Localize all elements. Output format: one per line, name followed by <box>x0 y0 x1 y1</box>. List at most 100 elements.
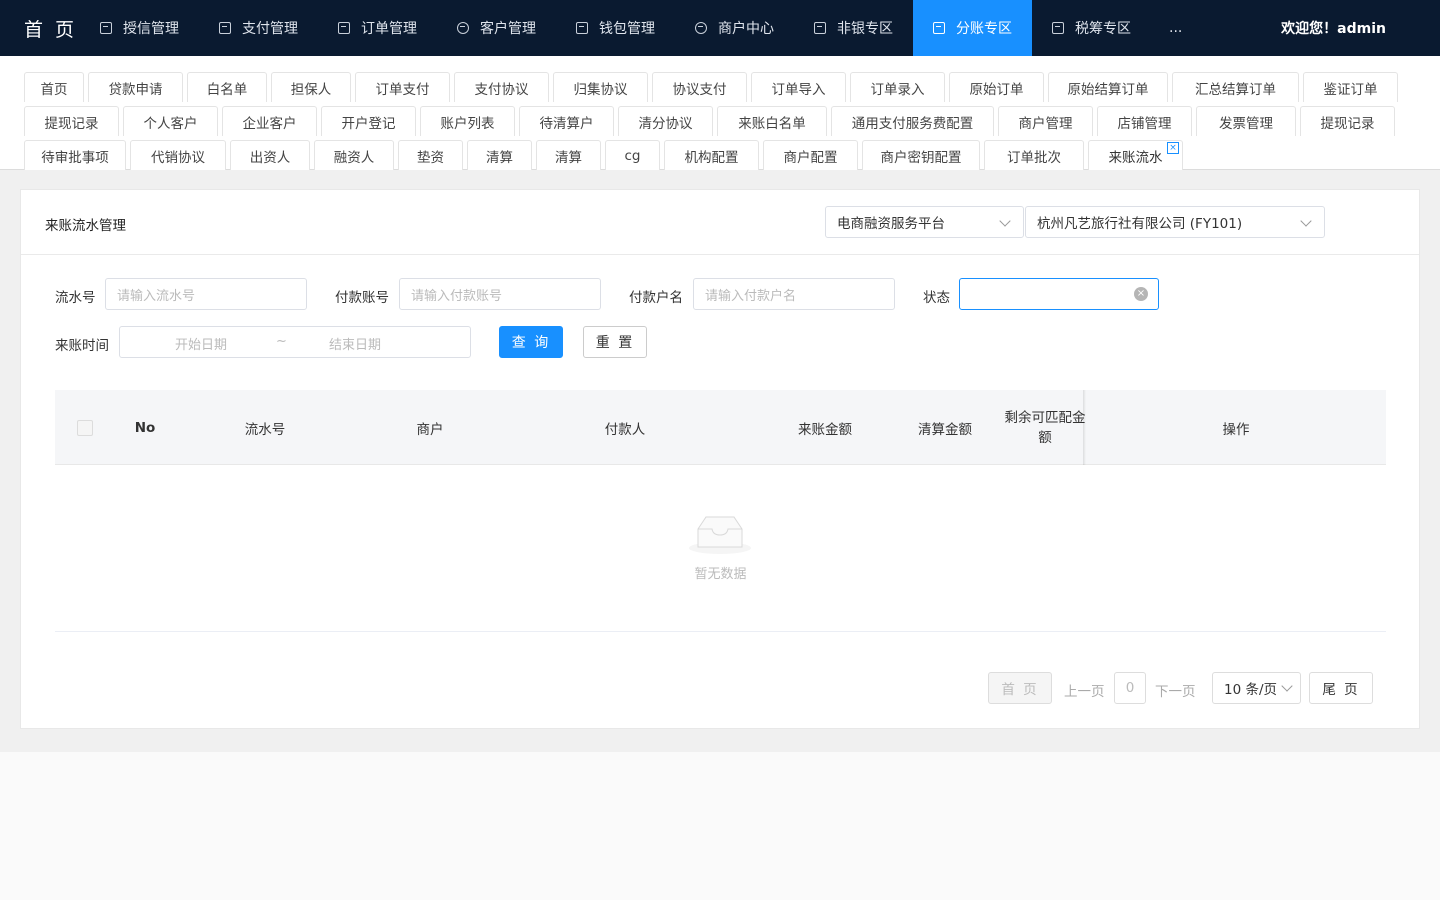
tab-item[interactable]: 提现记录 <box>1300 106 1395 136</box>
nav-item-nonbank[interactable]: 非银专区 <box>794 0 913 56</box>
tab-item[interactable]: 汇总结算订单 <box>1172 72 1299 102</box>
platform-select[interactable]: 电商融资服务平台 <box>825 206 1024 238</box>
tab-item[interactable]: 支付协议 <box>454 72 549 102</box>
empty-text: 暂无数据 <box>694 567 747 582</box>
end-date-placeholder[interactable]: 结束日期 <box>329 334 381 353</box>
tab-item[interactable]: 清算 <box>467 140 532 170</box>
query-button[interactable]: 查 询 <box>499 326 563 358</box>
download-doc-icon <box>814 22 826 34</box>
tab-item[interactable]: cg <box>605 140 660 170</box>
nav-item-merchant[interactable]: 商户中心 <box>675 0 794 56</box>
tab-item[interactable]: 鉴证订单 <box>1303 72 1398 102</box>
time-label: 来账时间 <box>55 338 109 354</box>
tab-item[interactable]: 订单导入 <box>751 72 846 102</box>
nav-item-customers[interactable]: 客户管理 <box>437 0 556 56</box>
tab-item[interactable]: 商户密钥配置 <box>862 140 980 170</box>
tab-item[interactable]: 来账白名单 <box>717 106 827 136</box>
tab-item[interactable]: 机构配置 <box>664 140 759 170</box>
card-header: 来账流水管理 电商融资服务平台 杭州凡艺旅行社有限公司 (FY101) <box>21 190 1419 255</box>
tab-item[interactable]: 垫资 <box>398 140 463 170</box>
download-doc-icon <box>1052 22 1064 34</box>
tab-item[interactable]: 原始订单 <box>949 72 1044 102</box>
company-select[interactable]: 杭州凡艺旅行社有限公司 (FY101) <box>1025 206 1325 238</box>
tab-item[interactable]: 订单批次 <box>984 140 1084 170</box>
account-input[interactable]: 请输入付款账号 <box>399 278 601 310</box>
col-payer: 付款人 <box>604 421 646 438</box>
date-range-picker[interactable]: 开始日期 ~ 结束日期 <box>119 326 471 358</box>
tab-item[interactable]: 融资人 <box>314 140 394 170</box>
serial-input[interactable]: 请输入流水号 <box>105 278 307 310</box>
col-actions: 操作 <box>1222 421 1250 438</box>
main-menu: 授信管理 支付管理 订单管理 客户管理 钱包管理 商户中心 非银专区 分账专区 … <box>90 0 1200 56</box>
nav-more-button[interactable]: ... <box>1151 0 1200 56</box>
tab-item[interactable]: 代销协议 <box>130 140 226 170</box>
tab-item[interactable]: 订单录入 <box>850 72 945 102</box>
tab-label: 原始结算订单 <box>1067 81 1149 98</box>
first-page-button[interactable]: 首 页 <box>988 672 1052 704</box>
tab-label: cg <box>624 147 641 164</box>
tab-label: 白名单 <box>206 81 248 98</box>
nav-item-split[interactable]: 分账专区 <box>913 0 1032 56</box>
tab-item[interactable]: 账户列表 <box>420 106 515 136</box>
tab-label: 出资人 <box>249 149 291 166</box>
opened-tabs-bar: 首页 贷款申请 白名单 担保人 订单支付 支付协议 归集协议 协议支付 订单导入 订单录入 原始订单… <box>0 56 1440 170</box>
nav-item-orders[interactable]: 订单管理 <box>318 0 437 56</box>
tab-item[interactable]: 商户配置 <box>763 140 858 170</box>
tab-item[interactable]: 首页 <box>24 72 84 102</box>
select-all-checkbox[interactable] <box>77 420 93 436</box>
col-merchant: 商户 <box>416 421 444 438</box>
tab-item[interactable]: 担保人 <box>271 72 351 102</box>
page-number-input[interactable]: 0 <box>1114 672 1146 704</box>
brand-home-link[interactable]: 首 页 <box>0 15 90 42</box>
chevron-down-icon <box>1300 215 1312 227</box>
tab-item[interactable]: 待清算户 <box>519 106 614 136</box>
tab-item[interactable]: 协议支付 <box>652 72 747 102</box>
tab-item[interactable]: 店铺管理 <box>1097 106 1192 136</box>
nav-item-label: 授信管理 <box>123 21 179 37</box>
tab-item[interactable]: 贷款申请 <box>88 72 183 102</box>
tab-label: 清算 <box>486 149 513 166</box>
tab-item[interactable]: 提现记录 <box>24 106 119 136</box>
start-date-placeholder[interactable]: 开始日期 <box>175 334 227 353</box>
nav-item-tax[interactable]: 税筹专区 <box>1032 0 1151 56</box>
prev-page-button[interactable]: 上一页 <box>1064 680 1105 700</box>
tab-item[interactable]: 清分协议 <box>618 106 713 136</box>
tab-item[interactable]: 开户登记 <box>321 106 416 136</box>
tab-label: 清分协议 <box>638 115 693 132</box>
tab-item[interactable]: 来账流水 × <box>1088 140 1183 170</box>
tab-item[interactable]: 个人客户 <box>123 106 218 136</box>
close-tab-icon[interactable]: × <box>1167 142 1179 154</box>
tab-label: 首页 <box>40 81 68 98</box>
tab-item[interactable]: 原始结算订单 <box>1048 72 1168 102</box>
nav-item-label: 分账专区 <box>956 21 1012 37</box>
nav-item-credit[interactable]: 授信管理 <box>90 0 199 56</box>
empty-box-icon <box>689 516 751 554</box>
tab-label: 支付协议 <box>474 81 529 98</box>
tab-item[interactable]: 通用支付服务费配置 <box>831 106 994 136</box>
nav-item-payment[interactable]: 支付管理 <box>199 0 318 56</box>
payer-name-input[interactable]: 请输入付款户名 <box>693 278 895 310</box>
page-size-select[interactable]: 10 条/页 <box>1212 672 1301 704</box>
tab-item[interactable]: 商户管理 <box>998 106 1093 136</box>
tab-label: 原始订单 <box>969 81 1024 98</box>
tab-item[interactable]: 待审批事项 <box>24 140 126 170</box>
document-icon <box>219 22 231 34</box>
page-size-value: 10 条/页 <box>1224 682 1278 698</box>
tab-label: 待审批事项 <box>41 149 109 166</box>
tab-item[interactable]: 企业客户 <box>222 106 317 136</box>
tab-item[interactable]: 归集协议 <box>553 72 648 102</box>
tab-item[interactable]: 清算 <box>536 140 601 170</box>
reset-button[interactable]: 重 置 <box>583 326 647 358</box>
last-page-button[interactable]: 尾 页 <box>1309 672 1373 704</box>
welcome-user[interactable]: 欢迎您！admin <box>1281 0 1386 56</box>
tab-item[interactable]: 订单支付 <box>355 72 450 102</box>
clear-icon[interactable]: × <box>1134 287 1148 301</box>
tab-label: 个人客户 <box>143 115 198 132</box>
tab-item[interactable]: 白名单 <box>187 72 267 102</box>
tab-label: 汇总结算订单 <box>1195 81 1276 98</box>
next-page-button[interactable]: 下一页 <box>1155 680 1196 700</box>
tab-item[interactable]: 出资人 <box>230 140 310 170</box>
tab-item[interactable]: 发票管理 <box>1196 106 1296 136</box>
status-select[interactable]: × <box>959 278 1159 310</box>
nav-item-wallet[interactable]: 钱包管理 <box>556 0 675 56</box>
